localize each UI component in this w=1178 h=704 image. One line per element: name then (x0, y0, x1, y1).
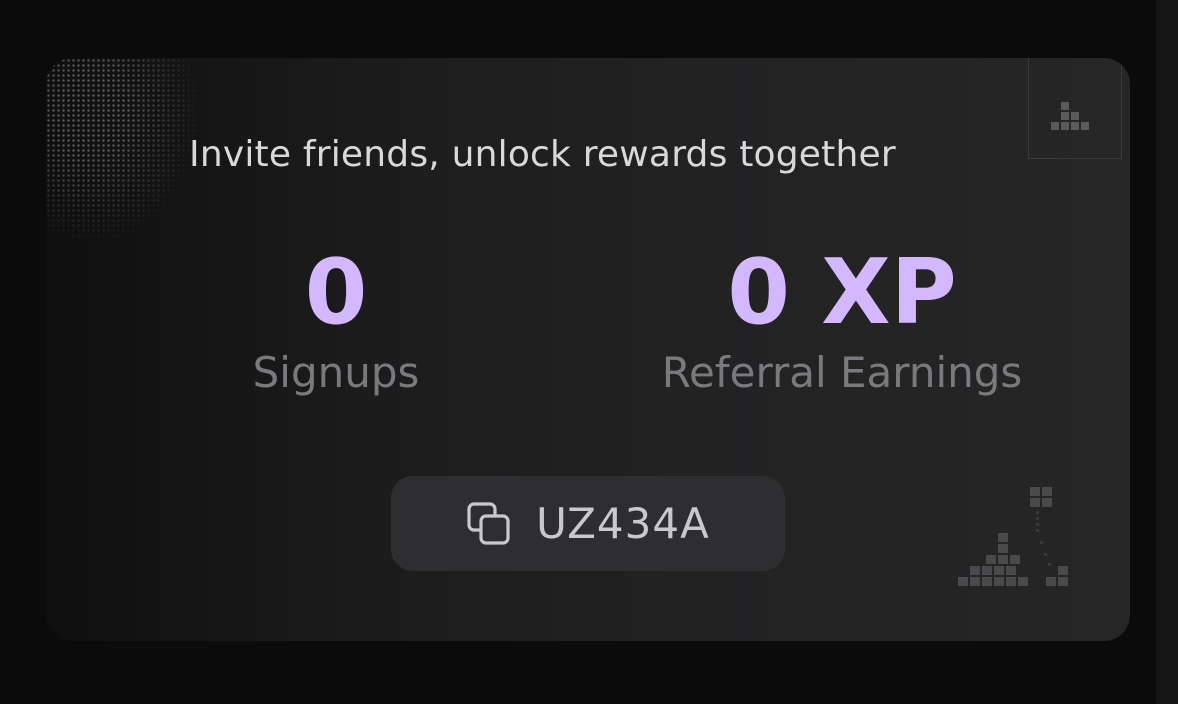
pixel-bars-icon (958, 487, 1068, 586)
headline: Invite friends, unlock rewards together (189, 134, 896, 175)
referral-card: Invite friends, unlock rewards together … (46, 58, 1130, 641)
signups-stat: 0 Signups (224, 248, 448, 398)
earnings-value: 0 XP (727, 240, 957, 345)
signups-label: Signups (252, 348, 420, 397)
page: Invite friends, unlock rewards together … (0, 0, 1178, 704)
copy-icon (467, 501, 510, 545)
earnings-stat: 0 XP Referral Earnings (634, 248, 1050, 398)
referral-code: UZ434A (536, 499, 710, 548)
scrollbar-track (1156, 0, 1178, 704)
pixel-blocks-icon (1051, 102, 1089, 130)
earnings-label: Referral Earnings (661, 348, 1023, 397)
copy-referral-code-button[interactable]: UZ434A (391, 476, 785, 571)
signups-value: 0 (304, 240, 368, 345)
